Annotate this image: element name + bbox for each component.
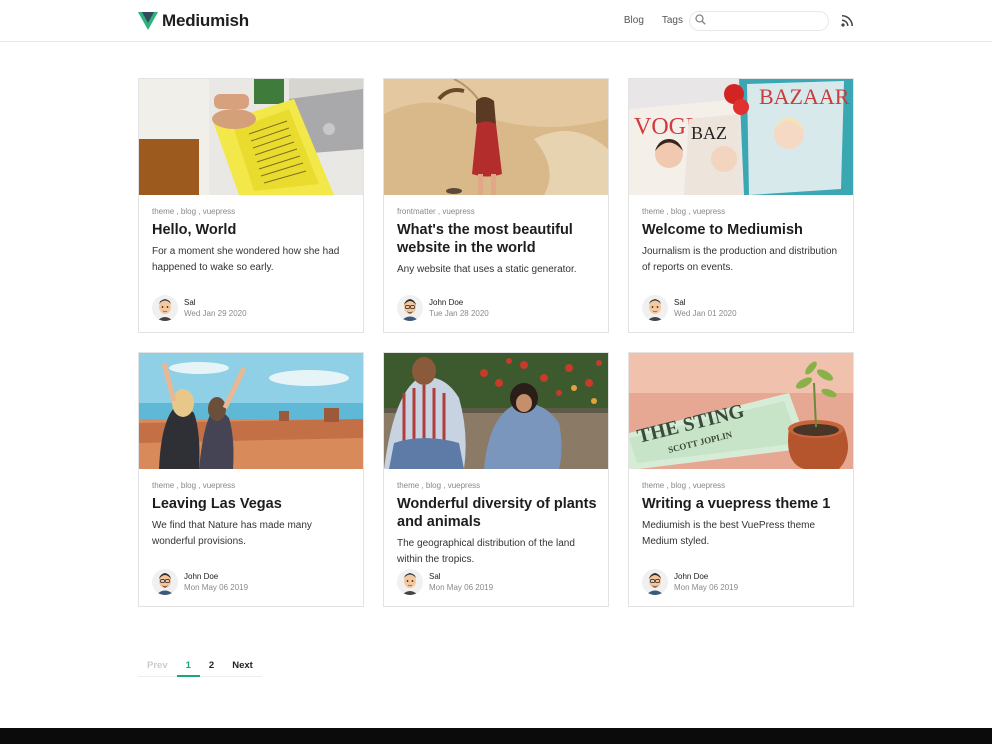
site-header: Mediumish Blog Tags — [0, 0, 992, 42]
post-date: Mon May 06 2019 — [184, 583, 249, 592]
post-card[interactable]: theme , blog , vuepress Wonderful divers… — [383, 352, 609, 607]
author-name[interactable]: Sal — [429, 571, 493, 582]
avatar-face-icon — [397, 569, 423, 595]
post-tags[interactable]: theme , blog , vuepress — [642, 481, 725, 490]
post-tags[interactable]: theme , blog , vuepress — [642, 207, 725, 216]
avatar-face-icon — [642, 295, 668, 321]
post-excerpt: The geographical distribution of the lan… — [397, 538, 575, 565]
post-card[interactable]: theme , blog , vuepress Hello, World For… — [138, 78, 364, 333]
post-title[interactable]: Welcome to Mediumish — [642, 221, 842, 239]
post-excerpt: For a moment she wondered how she had ha… — [152, 246, 340, 273]
next-page-button[interactable]: Next — [223, 658, 262, 677]
post-date: Wed Jan 01 2020 — [674, 309, 737, 318]
post-author: John Doe Tue Jan 28 2020 — [397, 295, 489, 321]
avatar-face-icon — [152, 295, 178, 321]
post-excerpt: Journalism is the production and distrib… — [642, 246, 838, 273]
author-name[interactable]: John Doe — [674, 571, 738, 582]
vue-logo-icon — [138, 12, 158, 30]
post-title[interactable]: Wonderful diversity of plants and animal… — [397, 495, 597, 531]
author-name[interactable]: Sal — [674, 297, 737, 308]
post-image-the-sting[interactable]: THE STING SCOTT JOPLIN — [629, 353, 853, 469]
post-image-friends-flowers[interactable] — [384, 353, 608, 469]
post-title[interactable]: Leaving Las Vegas — [152, 495, 352, 513]
post-title[interactable]: Hello, World — [152, 221, 352, 239]
post-card[interactable]: frontmatter , vuepress What's the most b… — [383, 78, 609, 333]
avatar[interactable] — [642, 295, 668, 321]
post-image-newspaper[interactable] — [139, 79, 363, 195]
post-card[interactable]: BAZAAR VOGUE BAZ theme , blog , vuepress… — [628, 78, 854, 333]
post-author: John Doe Mon May 06 2019 — [642, 569, 738, 595]
post-card[interactable]: theme , blog , vuepress Leaving Las Vega… — [138, 352, 364, 607]
post-author: John Doe Mon May 06 2019 — [152, 569, 248, 595]
author-name[interactable]: John Doe — [429, 297, 489, 308]
nav-blog-link[interactable]: Blog — [624, 15, 644, 26]
avatar[interactable] — [397, 569, 423, 595]
nav-tags-link[interactable]: Tags — [662, 15, 683, 26]
site-footer — [0, 728, 992, 744]
page-2-button[interactable]: 2 — [199, 658, 224, 677]
post-tags[interactable]: frontmatter , vuepress — [397, 207, 475, 216]
search-icon — [695, 14, 706, 25]
post-image-girl-on-sand[interactable] — [384, 79, 608, 195]
post-image-desert-friends[interactable] — [139, 353, 363, 469]
post-author: Sal Wed Jan 01 2020 — [642, 295, 737, 321]
brand-name[interactable]: Mediumish — [162, 11, 249, 31]
avatar-face-icon — [397, 295, 423, 321]
svg-text:BAZ: BAZ — [691, 123, 727, 143]
post-date: Mon May 06 2019 — [674, 583, 739, 592]
brand-logo[interactable]: Mediumish — [138, 11, 249, 31]
post-author: Sal Mon May 06 2019 — [397, 569, 493, 595]
prev-page-button[interactable]: Prev — [138, 658, 177, 677]
avatar[interactable] — [152, 295, 178, 321]
avatar-face-icon — [152, 569, 178, 595]
search-box — [689, 10, 829, 31]
post-card[interactable]: THE STING SCOTT JOPLIN theme , blog , vu… — [628, 352, 854, 607]
avatar[interactable] — [152, 569, 178, 595]
post-date: Tue Jan 28 2020 — [429, 309, 489, 318]
main-nav: Blog Tags — [624, 10, 854, 31]
post-author: Sal Wed Jan 29 2020 — [152, 295, 247, 321]
author-name[interactable]: John Doe — [184, 571, 248, 582]
post-excerpt: Any website that uses a static generator… — [397, 264, 577, 275]
avatar[interactable] — [642, 569, 668, 595]
post-title[interactable]: What's the most beautiful website in the… — [397, 221, 597, 257]
avatar-face-icon — [642, 569, 668, 595]
pagination: Prev 1 2 Next — [138, 657, 262, 677]
avatar[interactable] — [397, 295, 423, 321]
author-name[interactable]: Sal — [184, 297, 247, 308]
post-tags[interactable]: theme , blog , vuepress — [397, 481, 480, 490]
post-title[interactable]: Writing a vuepress theme 1 — [642, 495, 842, 513]
post-excerpt: We find that Nature has made many wonder… — [152, 520, 312, 547]
post-tags[interactable]: theme , blog , vuepress — [152, 207, 235, 216]
post-excerpt: Mediumish is the best VuePress theme Med… — [642, 520, 816, 547]
svg-text:BAZAAR: BAZAAR — [759, 84, 850, 109]
rss-icon[interactable] — [841, 14, 854, 27]
post-tags[interactable]: theme , blog , vuepress — [152, 481, 235, 490]
post-date: Wed Jan 29 2020 — [184, 309, 247, 318]
page-1-button[interactable]: 1 — [176, 658, 200, 677]
post-image-magazines[interactable]: BAZAAR VOGUE BAZ — [629, 79, 853, 195]
post-date: Mon May 06 2019 — [429, 583, 494, 592]
search-input[interactable] — [689, 10, 829, 31]
